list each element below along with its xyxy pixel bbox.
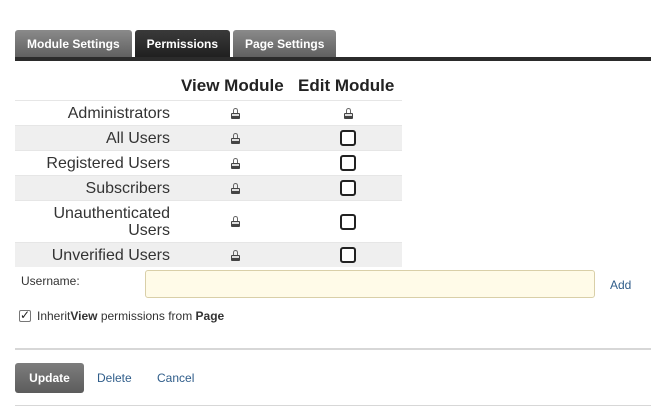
role-label: Unverified Users <box>51 246 170 264</box>
permission-row-unauthenticated-users: Unauthenticated Users <box>15 200 402 242</box>
inherit-checkbox[interactable] <box>19 308 31 322</box>
view-permission-cell <box>225 157 245 169</box>
column-header-edit-module: Edit Module <box>298 76 395 95</box>
lock-icon <box>230 107 240 119</box>
view-permission-cell <box>225 107 245 119</box>
role-label: Administrators <box>67 104 170 122</box>
inherit-view-word: View <box>70 309 98 323</box>
edit-permission-cell <box>337 180 359 196</box>
permission-row-administrators: Administrators <box>15 100 402 125</box>
permission-row-subscribers: Subscribers <box>15 175 402 200</box>
role-label: Registered Users <box>46 154 170 172</box>
lock-icon <box>230 216 240 227</box>
edit-permission-cell <box>337 213 359 230</box>
update-button[interactable]: Update <box>15 363 84 393</box>
divider <box>15 405 651 406</box>
inherit-prefix: Inherit <box>37 309 71 323</box>
edit-permission-cell <box>337 155 359 171</box>
lock-icon <box>343 107 353 119</box>
tab-permissions[interactable]: Permissions <box>134 30 231 58</box>
tab-underline <box>15 57 651 61</box>
add-user-link[interactable]: Add <box>610 278 631 292</box>
inherit-middle: permissions from <box>97 309 196 323</box>
lock-icon <box>230 182 240 194</box>
permission-row-all-users: All Users <box>15 125 402 150</box>
role-label: All Users <box>105 129 170 147</box>
delete-link[interactable]: Delete <box>97 371 132 385</box>
inherit-permissions-option[interactable]: Inherit View permissions from Page <box>19 308 225 323</box>
permission-row-unverified-users: Unverified Users <box>15 242 402 267</box>
permissions-panel: Module Settings Permissions Page Setting… <box>0 0 651 412</box>
edit-permission-checkbox[interactable] <box>340 130 356 146</box>
cancel-link[interactable]: Cancel <box>157 371 194 385</box>
view-permission-cell <box>225 132 245 144</box>
edit-permission-cell <box>337 130 359 146</box>
lock-icon <box>230 249 240 261</box>
permission-row-registered-users: Registered Users <box>15 150 402 175</box>
edit-permission-checkbox[interactable] <box>340 180 356 196</box>
view-permission-cell <box>225 216 245 227</box>
permission-grid: Administrators All Users Registered User… <box>15 100 402 267</box>
edit-permission-cell <box>337 107 359 119</box>
tab-module-settings[interactable]: Module Settings <box>15 30 132 58</box>
username-label: Username: <box>21 274 80 288</box>
view-permission-cell <box>225 182 245 194</box>
role-label: Subscribers <box>85 179 170 197</box>
tab-bar: Module Settings Permissions Page Setting… <box>15 30 337 58</box>
edit-permission-checkbox[interactable] <box>340 155 356 171</box>
edit-permission-checkbox[interactable] <box>340 213 356 230</box>
divider <box>15 348 651 350</box>
column-header-view-module: View Module <box>181 76 284 95</box>
edit-permission-cell <box>337 247 359 263</box>
role-label: Unauthenticated Users <box>53 204 170 239</box>
tab-page-settings[interactable]: Page Settings <box>233 30 337 58</box>
view-permission-cell <box>225 249 245 261</box>
lock-icon <box>230 132 240 144</box>
username-input[interactable] <box>145 270 595 298</box>
edit-permission-checkbox[interactable] <box>340 247 356 263</box>
inherit-page-word: Page <box>195 309 225 323</box>
lock-icon <box>230 157 240 169</box>
